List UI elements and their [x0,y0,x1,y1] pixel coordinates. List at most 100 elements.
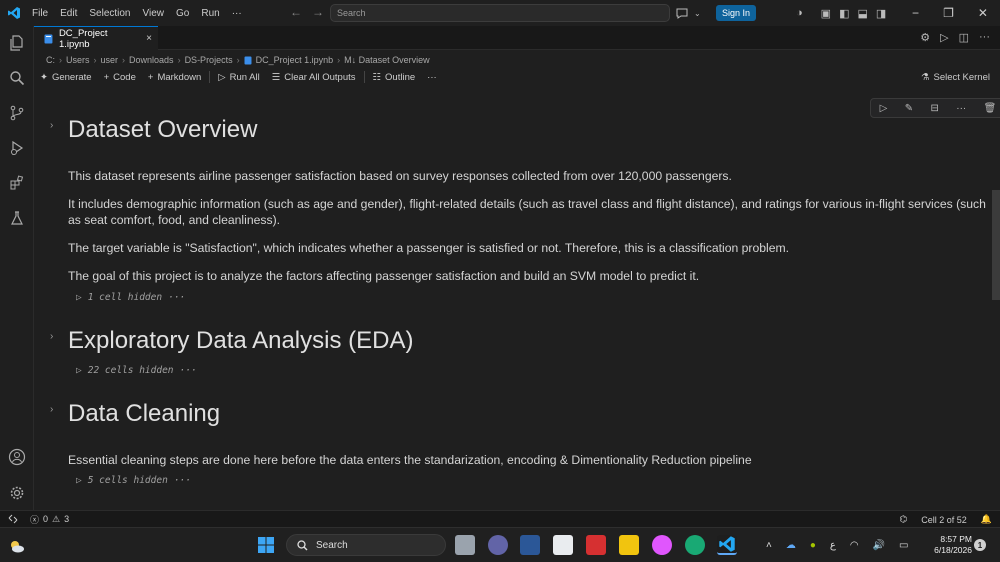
weather-icon[interactable] [8,537,26,555]
breadcrumb-item[interactable]: user [101,55,119,65]
clear-outputs-icon: ☰ [271,71,281,83]
split-editor-icon[interactable]: ◫ [959,31,969,44]
volume-icon[interactable]: 🔊 [873,540,885,551]
clock[interactable]: 8:57 PM 6/18/2026 [922,534,972,556]
hidden-cells-indicator[interactable]: ▷ 22 cells hidden ··· [76,365,197,376]
run-debug-icon[interactable] [0,133,34,163]
toolbar-more-button[interactable]: ··· [421,72,443,83]
toolbar-divider [209,71,211,83]
minimize-icon[interactable]: − [912,6,919,20]
collapse-chevron-icon[interactable]: › [50,120,53,131]
file-explorer-icon[interactable] [619,535,639,555]
vscode-taskbar-icon[interactable] [717,535,737,555]
forward-arrow-icon[interactable]: → [312,5,324,19]
chrome-icon[interactable] [652,535,672,555]
search-icon[interactable] [0,63,34,93]
windows-start-icon[interactable] [258,537,274,553]
expand-triangle-icon: ▷ [76,292,82,303]
edit-cell-icon[interactable]: ✎ [905,103,913,114]
back-arrow-icon[interactable]: ← [290,5,302,19]
menu-view[interactable]: View [139,8,173,19]
collapse-chevron-icon[interactable]: › [50,331,53,342]
edge-icon[interactable] [685,535,705,555]
menu-bar: File Edit Selection View Go Run ··· [28,8,250,19]
search-icon [297,539,308,550]
breadcrumb-item[interactable]: DC_Project 1.ipynb [256,55,334,65]
outline-label: Outline [385,71,416,83]
run-notebook-icon[interactable]: ▷ [940,31,948,44]
teams-icon[interactable] [488,535,508,555]
more-actions-icon[interactable]: ··· [979,31,990,44]
copilot-chat-icon[interactable]: ⌄ [676,0,710,26]
run-cell-icon[interactable]: ▷ [880,103,888,114]
word-icon[interactable] [520,535,540,555]
vertical-scrollbar[interactable] [992,190,1000,300]
sign-in-button[interactable]: Sign In [716,5,756,21]
breadcrumb-item[interactable]: Users [66,55,90,65]
layout-controls: ◑ ▣ ◧ ⬓ ◨ [796,0,886,26]
generate-button[interactable]: ✦ Generate [34,72,98,83]
code-label: Code [113,71,136,83]
window-controls: − ❐ ✕ [900,0,1000,26]
toggle-sidebar-icon[interactable]: ◧ [839,7,849,20]
extensions-icon[interactable] [0,168,34,198]
notifications-bell-icon[interactable]: 🔔 [981,514,992,525]
explorer-icon[interactable] [0,28,34,58]
cell-more-icon[interactable]: ··· [956,103,966,114]
source-control-icon[interactable] [0,98,34,128]
menu-more[interactable]: ··· [228,8,250,19]
notification-badge[interactable]: 1 [974,539,986,551]
outline-button[interactable]: ☷ Outline [367,72,422,83]
chevron-down-icon[interactable]: ⌄ [694,9,701,18]
tab-dc-project[interactable]: DC_Project 1.ipynb × [34,26,158,50]
wifi-icon[interactable]: ◠ [850,540,859,551]
select-kernel-button[interactable]: ⚗ Select Kernel [921,68,990,86]
maximize-icon[interactable]: ❐ [943,6,954,20]
clear-all-outputs-button[interactable]: ☰ Clear All Outputs [266,72,362,83]
battery-icon[interactable]: ▭ [899,540,908,551]
cell-position[interactable]: Cell 2 of 52 [921,515,967,525]
menu-run[interactable]: Run [197,8,227,19]
add-markdown-cell-button[interactable]: + Markdown [142,72,207,83]
accounts-icon[interactable]: ◑ [796,7,803,19]
paragraph: This dataset represents airline passenge… [68,169,732,183]
account-icon[interactable] [0,442,34,472]
toggle-panel-icon[interactable]: ⬓ [857,7,867,20]
taskbar-search-input[interactable]: Search [286,534,446,556]
notebook-settings-gear-icon[interactable]: ⚙ [920,31,930,44]
hidden-cells-indicator[interactable]: ▷ 1 cell hidden ··· [76,292,185,303]
breadcrumb: C: › Users › user › Downloads › DS-Projects ›… [46,53,430,67]
toggle-secondary-sidebar-icon[interactable]: ◨ [876,7,886,20]
close-window-icon[interactable]: ✕ [978,6,988,20]
close-tab-icon[interactable]: × [146,33,152,44]
menu-selection[interactable]: Selection [85,8,138,19]
collapse-chevron-icon[interactable]: › [50,404,53,415]
breadcrumb-separator-icon: › [177,55,181,65]
app-tray-icon[interactable]: ● [810,540,816,551]
onedrive-cloud-icon[interactable]: ☁ [786,540,796,551]
run-all-button[interactable]: ▷ Run All [212,72,265,83]
language-indicator[interactable]: ع [830,540,836,551]
problems-indicator[interactable]: ⓧ 0 ⚠ 3 [30,513,69,526]
remote-indicator-icon[interactable] [0,511,26,528]
add-code-cell-button[interactable]: + Code [98,72,142,83]
breadcrumb-item[interactable]: M↓ Dataset Overview [344,55,430,65]
testing-flask-icon[interactable] [0,203,34,233]
copilot-status-icon[interactable]: ⌬ [899,514,907,525]
store-icon[interactable] [553,535,573,555]
breadcrumb-item[interactable]: DS-Projects [185,55,233,65]
task-view-icon[interactable] [455,535,475,555]
settings-gear-icon[interactable] [0,478,34,508]
wps-office-icon[interactable] [586,535,606,555]
breadcrumb-item[interactable]: Downloads [129,55,174,65]
menu-go[interactable]: Go [172,8,197,19]
customize-layout-icon[interactable]: ▣ [821,7,831,20]
split-cell-icon[interactable]: ⊟ [930,103,938,114]
delete-cell-icon[interactable]: 🗑 [984,103,997,114]
command-search-input[interactable]: Search [330,4,670,22]
menu-edit[interactable]: Edit [56,8,85,19]
menu-file[interactable]: File [28,8,56,19]
chevron-up-icon[interactable]: ˄ [766,540,772,551]
breadcrumb-item[interactable]: C: [46,55,55,65]
hidden-cells-indicator[interactable]: ▷ 5 cells hidden ··· [76,475,191,486]
